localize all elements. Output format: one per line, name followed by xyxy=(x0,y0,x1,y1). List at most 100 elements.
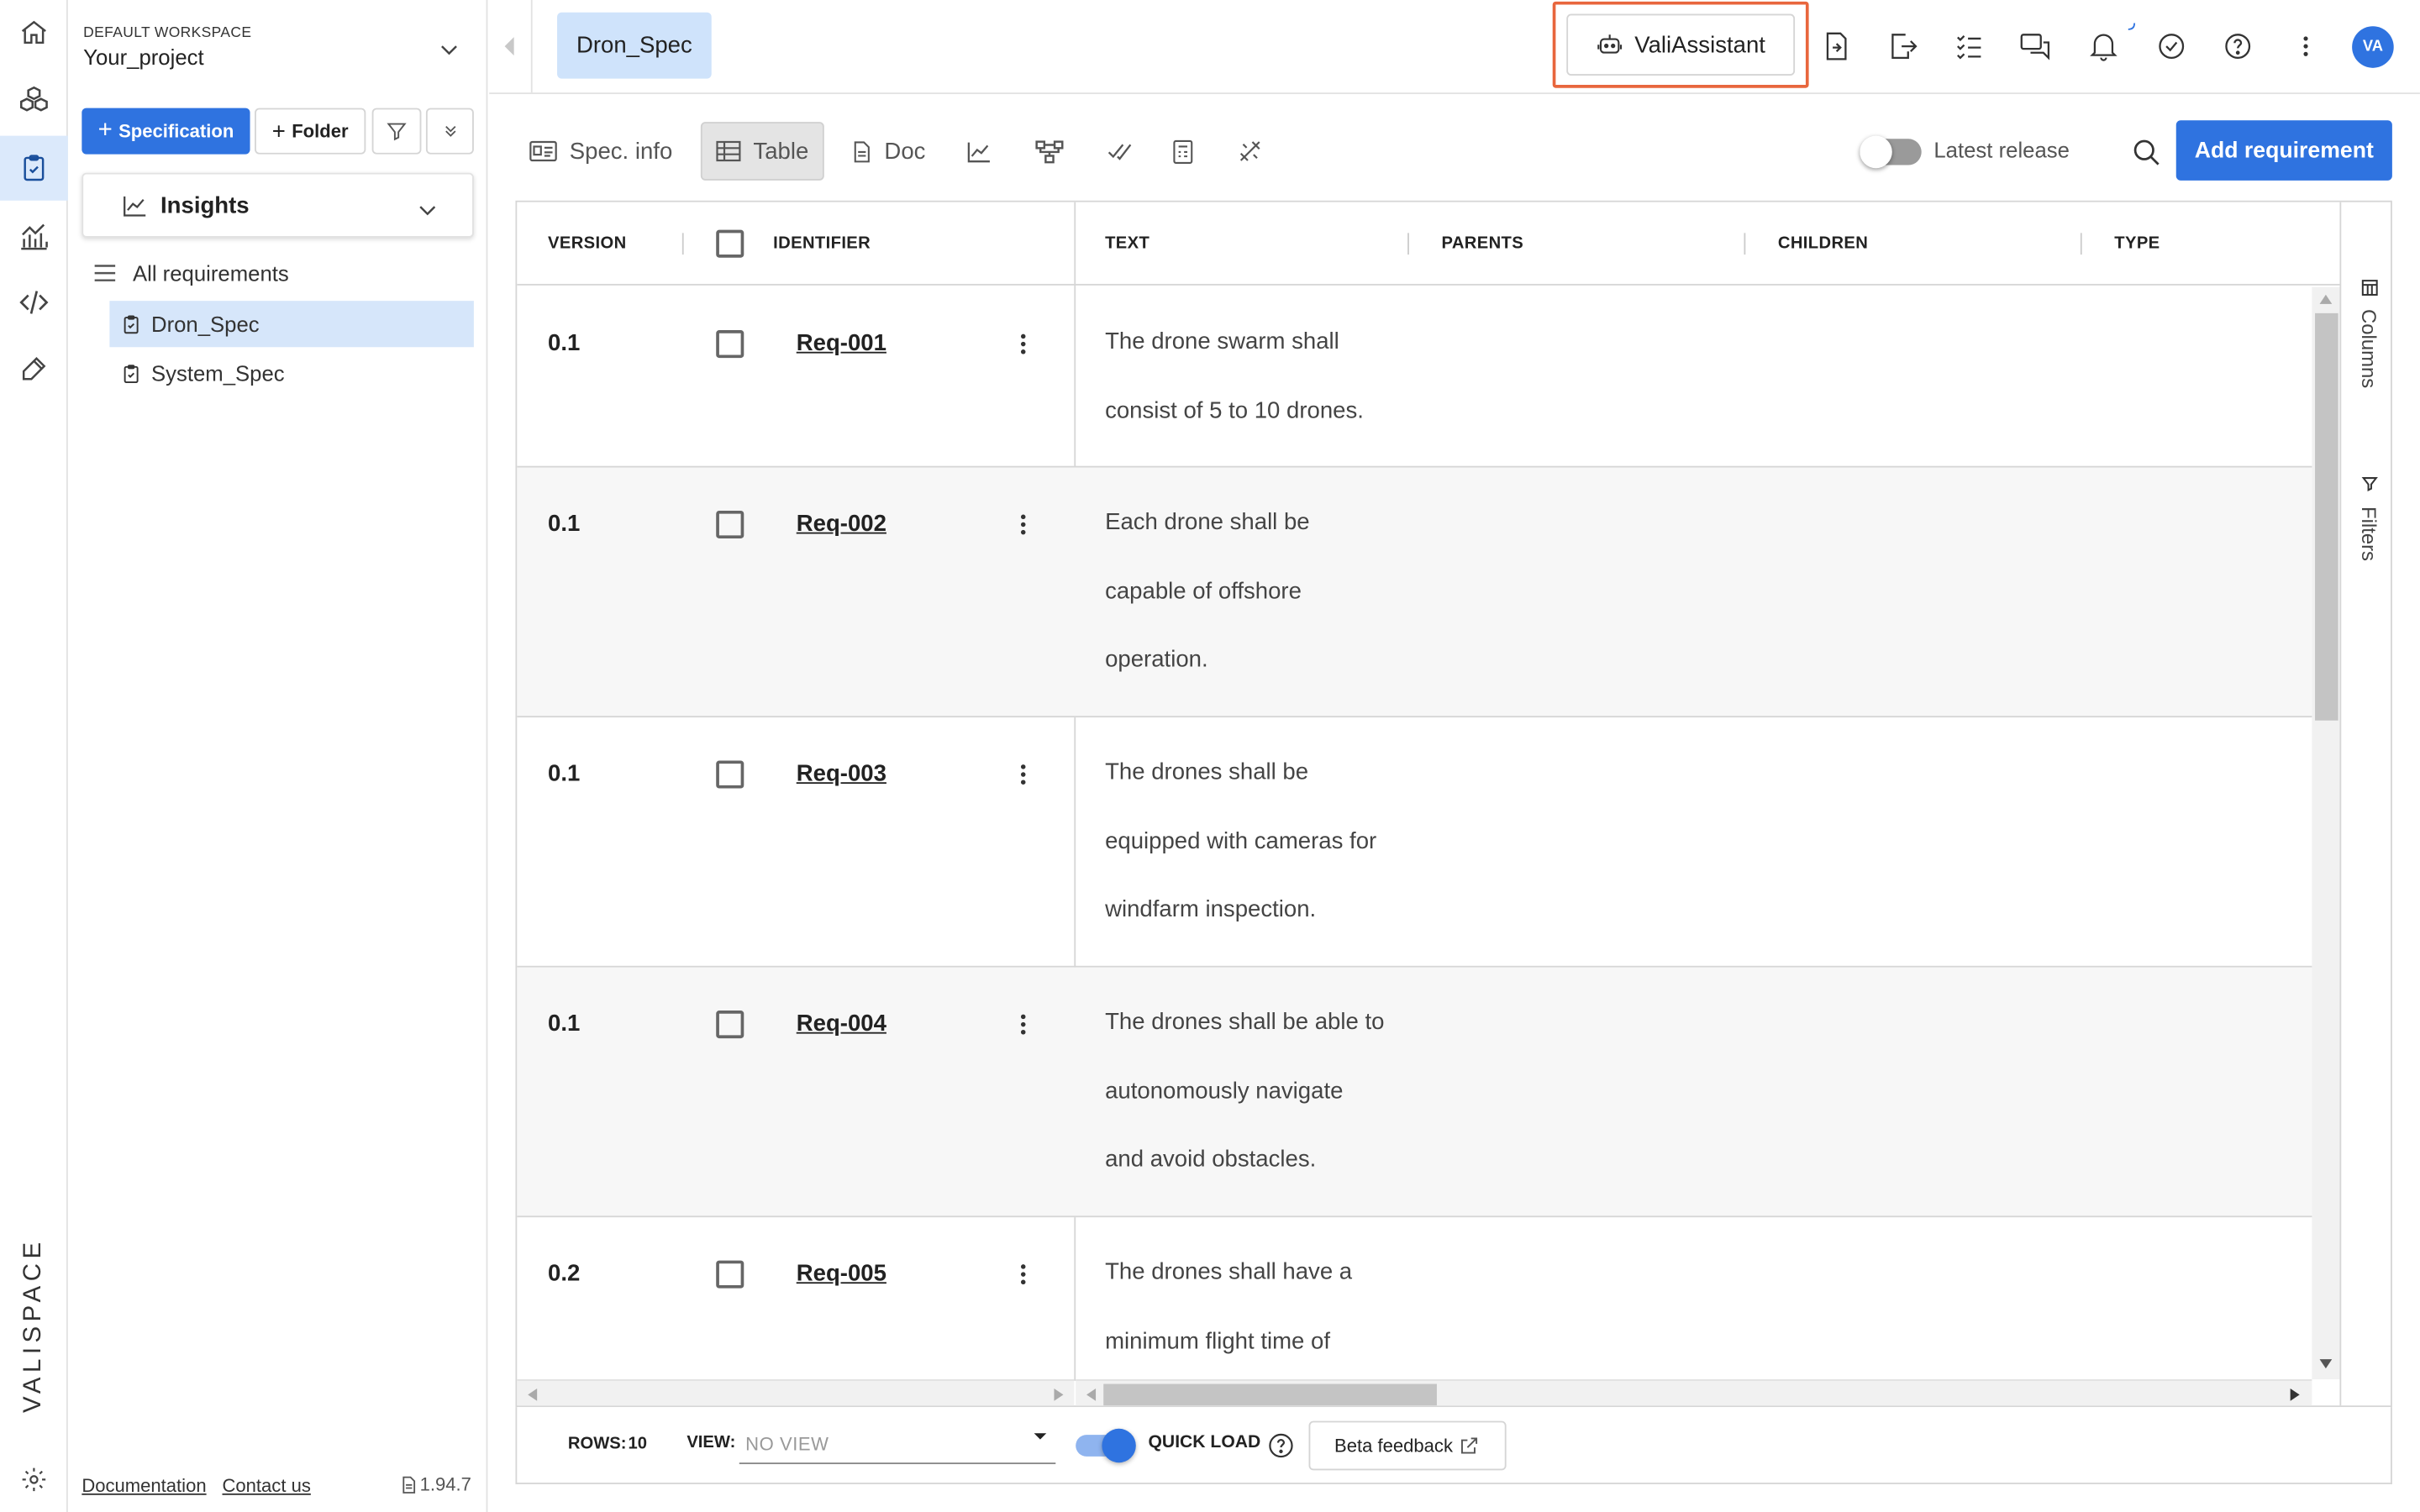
all-requirements-item[interactable]: All requirements xyxy=(92,250,289,297)
search-icon[interactable] xyxy=(2131,137,2162,168)
table-row[interactable]: 0.1 Req-004 The drones shall be able to a… xyxy=(517,967,2314,1218)
id-card-icon xyxy=(529,140,557,162)
row-checkbox[interactable] xyxy=(716,1260,744,1289)
column-header-type[interactable]: TYPE xyxy=(2114,202,2160,286)
requirement-id-link[interactable]: Req-003 xyxy=(797,760,886,786)
import-icon[interactable] xyxy=(1815,24,1858,67)
row-more-icon[interactable] xyxy=(1020,333,1026,355)
double-chevron-down-icon xyxy=(445,125,455,137)
tree-item-dron-spec[interactable]: Dron_Spec xyxy=(109,301,474,348)
filter-button[interactable] xyxy=(371,108,422,155)
document-icon xyxy=(402,1475,416,1494)
column-header-version[interactable]: VERSION xyxy=(548,202,627,286)
insights-panel[interactable]: Insights xyxy=(82,172,474,238)
verification-icon[interactable] xyxy=(1107,122,1133,181)
tree-item-system-spec[interactable]: System_Spec xyxy=(120,350,285,396)
rows-count: 10 xyxy=(628,1435,648,1454)
right-horizontal-scrollbar[interactable] xyxy=(1076,1379,2312,1406)
more-vertical-icon[interactable] xyxy=(2284,24,2327,67)
requirement-text[interactable]: Each drone shall be capable of offshore op… xyxy=(1105,489,1398,696)
document-icon xyxy=(854,140,870,162)
add-specification-button[interactable]: + Specification xyxy=(82,108,250,155)
top-bar: Dron_Spec ValiAssistant VA xyxy=(489,0,2420,95)
row-checkbox[interactable] xyxy=(716,1011,744,1039)
project-name[interactable]: Your_project xyxy=(83,45,203,69)
app-version: 1.94.7 xyxy=(402,1473,471,1495)
row-checkbox[interactable] xyxy=(716,760,744,789)
spec-info-button[interactable]: Spec. info xyxy=(529,122,672,181)
view-select[interactable]: NO VIEW xyxy=(739,1421,1056,1465)
requirement-id-link[interactable]: Req-002 xyxy=(797,511,886,537)
table-icon xyxy=(716,140,741,162)
export-icon[interactable] xyxy=(1881,24,1924,67)
collapse-all-button[interactable] xyxy=(425,108,474,155)
project-dropdown-chevron-icon[interactable] xyxy=(437,37,461,61)
tools-settings-icon[interactable] xyxy=(1236,122,1264,181)
requirement-id-link[interactable]: Req-001 xyxy=(797,330,886,356)
contact-us-link[interactable]: Contact us xyxy=(222,1475,310,1497)
columns-side-tab[interactable]: Columns xyxy=(2348,276,2391,400)
calculator-icon[interactable] xyxy=(1171,122,1195,181)
valispace-logo: VALISPACE xyxy=(19,1237,47,1414)
quick-load-toggle[interactable] xyxy=(1076,1428,1136,1463)
robot-icon xyxy=(1597,34,1623,54)
requirement-text[interactable]: The drones shall have a minimum flight ti… xyxy=(1105,1239,1398,1377)
home-icon[interactable] xyxy=(0,0,68,65)
table-row[interactable]: 0.2 Req-005 The drones shall have a minim… xyxy=(517,1217,2313,1381)
requirement-id-link[interactable]: Req-004 xyxy=(797,1011,886,1037)
latest-release-toggle[interactable] xyxy=(1860,135,1922,169)
add-requirement-button[interactable]: Add requirement xyxy=(2175,120,2392,181)
insights-label: Insights xyxy=(160,192,250,219)
view-label: VIEW: xyxy=(687,1433,736,1452)
beta-feedback-button[interactable]: Beta feedback xyxy=(1308,1420,1507,1471)
notifications-bell-icon[interactable] xyxy=(2082,24,2125,67)
requirement-text[interactable]: The drones shall be equipped with cameras… xyxy=(1105,739,1398,946)
table-row[interactable]: 0.1 Req-003 The drones shall be equipped … xyxy=(517,717,2314,968)
collapse-sidebar-icon[interactable] xyxy=(502,34,517,58)
verified-check-icon[interactable] xyxy=(2150,24,2193,67)
settings-gear-icon[interactable] xyxy=(0,1447,68,1512)
chart-view-icon[interactable] xyxy=(966,122,992,181)
analytics-icon[interactable] xyxy=(0,203,68,268)
column-header-text[interactable]: TEXT xyxy=(1105,202,1150,286)
insights-chevron-down-icon[interactable] xyxy=(415,197,439,222)
components-icon[interactable] xyxy=(0,68,68,133)
comments-icon[interactable] xyxy=(2014,24,2057,67)
valiassistant-button[interactable]: ValiAssistant xyxy=(1566,13,1796,76)
left-horizontal-scrollbar[interactable] xyxy=(517,1379,1075,1406)
help-icon[interactable] xyxy=(2217,24,2260,67)
checklist-icon[interactable] xyxy=(1948,24,1991,67)
requirement-text[interactable]: The drones shall be able to autonomously … xyxy=(1105,989,1398,1195)
table-row[interactable]: 0.1 Req-001 The drone swarm shall consist… xyxy=(517,287,2314,468)
tree-view-icon[interactable] xyxy=(1034,122,1065,181)
quick-load-help-icon[interactable] xyxy=(1267,1431,1295,1459)
row-checkbox[interactable] xyxy=(716,510,744,539)
row-more-icon[interactable] xyxy=(1020,1014,1026,1036)
code-icon[interactable] xyxy=(0,270,68,334)
filters-side-tab[interactable]: Filters xyxy=(2348,472,2391,571)
doc-view-button[interactable]: Doc xyxy=(852,122,925,181)
user-avatar[interactable]: VA xyxy=(2352,26,2394,68)
requirements-icon[interactable] xyxy=(0,135,68,201)
table-view-button[interactable]: Table xyxy=(700,122,824,181)
select-all-checkbox[interactable] xyxy=(716,229,744,258)
add-folder-button[interactable]: + Folder xyxy=(255,108,366,155)
tab-dron-spec[interactable]: Dron_Spec xyxy=(557,12,712,79)
row-more-icon[interactable] xyxy=(1020,514,1026,536)
column-header-children[interactable]: CHILDREN xyxy=(1778,202,1868,286)
project-sidebar: DEFAULT WORKSPACE Your_project + Specific… xyxy=(69,0,488,1512)
row-more-icon[interactable] xyxy=(1020,764,1026,785)
requirement-text[interactable]: The drone swarm shall consist of 5 to 10 … xyxy=(1105,308,1398,446)
app-rail: VALISPACE xyxy=(0,0,68,1512)
row-checkbox[interactable] xyxy=(716,330,744,359)
table-footer: ROWS: 10 VIEW: NO VIEW QUICK LOAD Beta f… xyxy=(515,1407,2392,1484)
row-more-icon[interactable] xyxy=(1020,1263,1026,1285)
rows-label: ROWS: xyxy=(567,1435,627,1454)
requirement-id-link[interactable]: Req-005 xyxy=(797,1261,886,1287)
table-row[interactable]: 0.1 Req-002 Each drone shall be capable o… xyxy=(517,467,2314,718)
tools-icon[interactable] xyxy=(0,336,68,401)
documentation-link[interactable]: Documentation xyxy=(82,1475,206,1497)
column-header-identifier[interactable]: IDENTIFIER xyxy=(773,202,871,286)
vertical-scrollbar[interactable] xyxy=(2312,286,2340,1380)
column-header-parents[interactable]: PARENTS xyxy=(1441,202,1523,286)
